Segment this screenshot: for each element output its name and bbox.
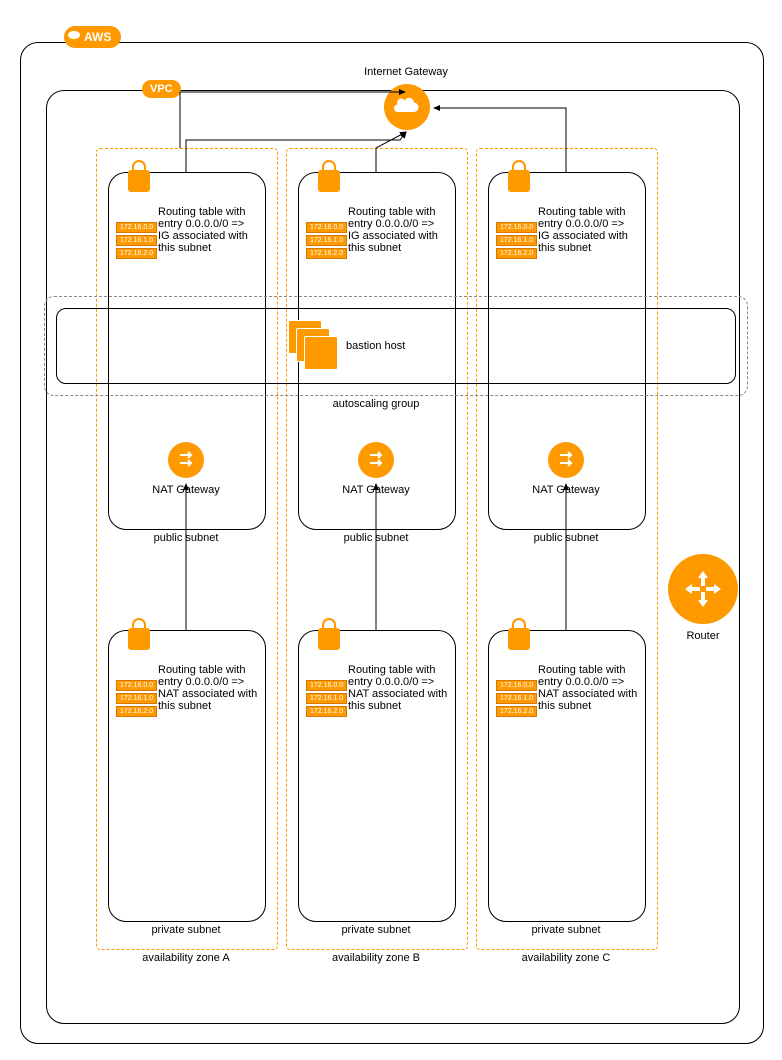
pub-b-label: public subnet: [298, 532, 454, 544]
pub-c-label: public subnet: [488, 532, 644, 544]
nat-icon-a: [168, 442, 204, 478]
lock-icon: [318, 628, 340, 650]
nat-b-label: NAT Gateway: [298, 484, 454, 496]
nat-a-label: NAT Gateway: [108, 484, 264, 496]
aws-badge: AWS: [64, 26, 121, 48]
ip-labels-a: 172.16.0.0172.16.1.0172.16.2.0: [116, 222, 157, 261]
ip-labels-pc: 172.16.0.0172.16.1.0172.16.2.0: [496, 680, 537, 719]
asg-label: autoscaling group: [286, 398, 466, 410]
lock-icon: [318, 170, 340, 192]
nat-icon-c: [548, 442, 584, 478]
internet-gateway-icon: [384, 84, 430, 130]
ip-labels-b: 172.16.0.0172.16.1.0172.16.2.0: [306, 222, 347, 261]
rt-nat-b: Routing table with entry 0.0.0.0/0 => NA…: [348, 664, 450, 712]
az-c-label: availability zone C: [476, 952, 656, 964]
ip-labels-pb: 172.16.0.0172.16.1.0172.16.2.0: [306, 680, 347, 719]
ip-labels-c: 172.16.0.0172.16.1.0172.16.2.0: [496, 222, 537, 261]
nat-c-label: NAT Gateway: [488, 484, 644, 496]
lock-icon: [128, 170, 150, 192]
priv-c-label: private subnet: [488, 924, 644, 936]
ip-labels-pa: 172.16.0.0172.16.1.0172.16.2.0: [116, 680, 157, 719]
lock-icon: [508, 170, 530, 192]
rt-nat-c: Routing table with entry 0.0.0.0/0 => NA…: [538, 664, 640, 712]
ig-label: Internet Gateway: [346, 66, 466, 78]
lock-icon: [508, 628, 530, 650]
rt-text-a: Routing table with entry 0.0.0.0/0 => IG…: [158, 206, 258, 254]
vpc-badge: VPC: [142, 80, 181, 98]
az-b-label: availability zone B: [286, 952, 466, 964]
rt-text-b: Routing table with entry 0.0.0.0/0 => IG…: [348, 206, 448, 254]
priv-b-label: private subnet: [298, 924, 454, 936]
bastion-label: bastion host: [346, 340, 436, 352]
pub-a-label: public subnet: [108, 532, 264, 544]
rt-text-c: Routing table with entry 0.0.0.0/0 => IG…: [538, 206, 638, 254]
az-a-label: availability zone A: [96, 952, 276, 964]
priv-a-label: private subnet: [108, 924, 264, 936]
nat-icon-b: [358, 442, 394, 478]
lock-icon: [128, 628, 150, 650]
rt-nat-a: Routing table with entry 0.0.0.0/0 => NA…: [158, 664, 260, 712]
router-label: Router: [668, 630, 738, 642]
router-icon: [668, 554, 738, 624]
